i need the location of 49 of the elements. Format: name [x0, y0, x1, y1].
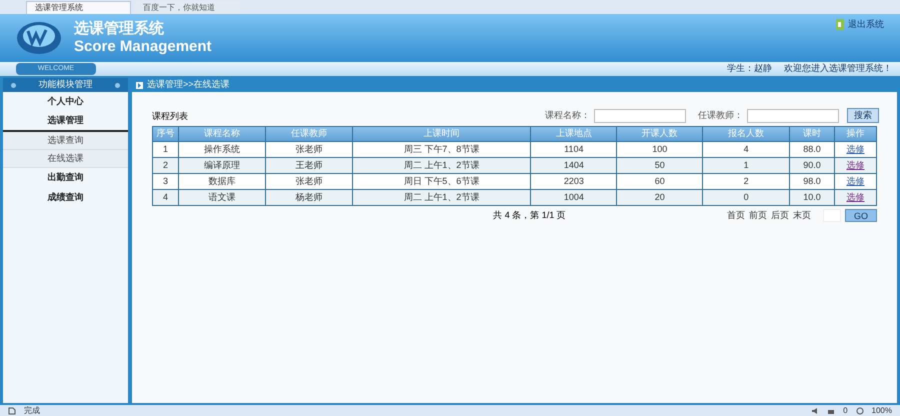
page-link[interactable]: 末页: [792, 209, 811, 222]
table-cell: 1004: [530, 190, 617, 206]
browser-tab[interactable]: 选课管理系统: [26, 1, 131, 14]
sidebar-item[interactable]: 出勤查询: [3, 168, 128, 188]
sidebar-item[interactable]: 个人中心: [3, 92, 128, 112]
teacher-field[interactable]: [747, 108, 839, 122]
submenu-item[interactable]: 在线选课: [3, 150, 128, 168]
app-title: 选课管理系统: [74, 20, 165, 38]
column-header: 任课教师: [265, 126, 352, 142]
page-link[interactable]: 后页: [770, 209, 789, 222]
search-button[interactable]: 搜索: [847, 108, 879, 123]
user-label: 学生：赵静: [727, 62, 772, 76]
app-subtitle: Score Management: [74, 38, 212, 56]
zoom-level: 100%: [872, 404, 892, 416]
table-cell: 4: [152, 190, 178, 206]
course-name-field[interactable]: [594, 108, 686, 122]
column-header: 开课人数: [616, 126, 703, 142]
breadcrumb: 选课管理>>在线选课: [147, 78, 230, 92]
greeting-text: 欢迎您进入选课管理系统！: [784, 62, 892, 76]
page-link[interactable]: 前页: [748, 209, 767, 222]
table-cell: 20: [616, 190, 703, 206]
submenu-item[interactable]: 选课查询: [3, 132, 128, 150]
column-header: 序号: [152, 126, 178, 142]
column-header: 上课地点: [530, 126, 617, 142]
field-label: 课程名称：: [545, 108, 590, 122]
arrow-icon: [136, 82, 143, 88]
status-count: 0: [843, 404, 848, 416]
browser-tab[interactable]: 百度一下，你就知道: [135, 1, 240, 14]
column-header: 上课时间: [352, 126, 531, 142]
table-cell: 语文课: [178, 190, 266, 206]
door-icon: [836, 19, 844, 30]
sidebar-header: 功能模块管理: [3, 78, 128, 92]
sidebar-item[interactable]: 成绩查询: [3, 188, 128, 208]
table-cell: 周二 上午1、2节课: [352, 190, 531, 206]
table-cell: 10.0: [790, 190, 834, 206]
table-cell: 杨老师: [265, 190, 352, 206]
status-text: 完成: [24, 404, 40, 416]
go-button[interactable]: GO: [844, 209, 877, 222]
column-header: 课程名称: [178, 126, 266, 142]
page-icon: [8, 406, 16, 414]
column-header: 报名人数: [702, 126, 790, 142]
field-label: 任课教师：: [698, 108, 743, 122]
logout-link[interactable]: 退出系统: [848, 18, 884, 32]
zoom-icon: [856, 406, 864, 414]
logo-icon: [16, 21, 62, 55]
page-link[interactable]: 首页: [726, 209, 745, 222]
table-cell: 0: [702, 190, 790, 206]
list-title: 课程列表: [152, 110, 188, 122]
page-summary: 共 4 条，第 1/1 页: [493, 209, 566, 222]
